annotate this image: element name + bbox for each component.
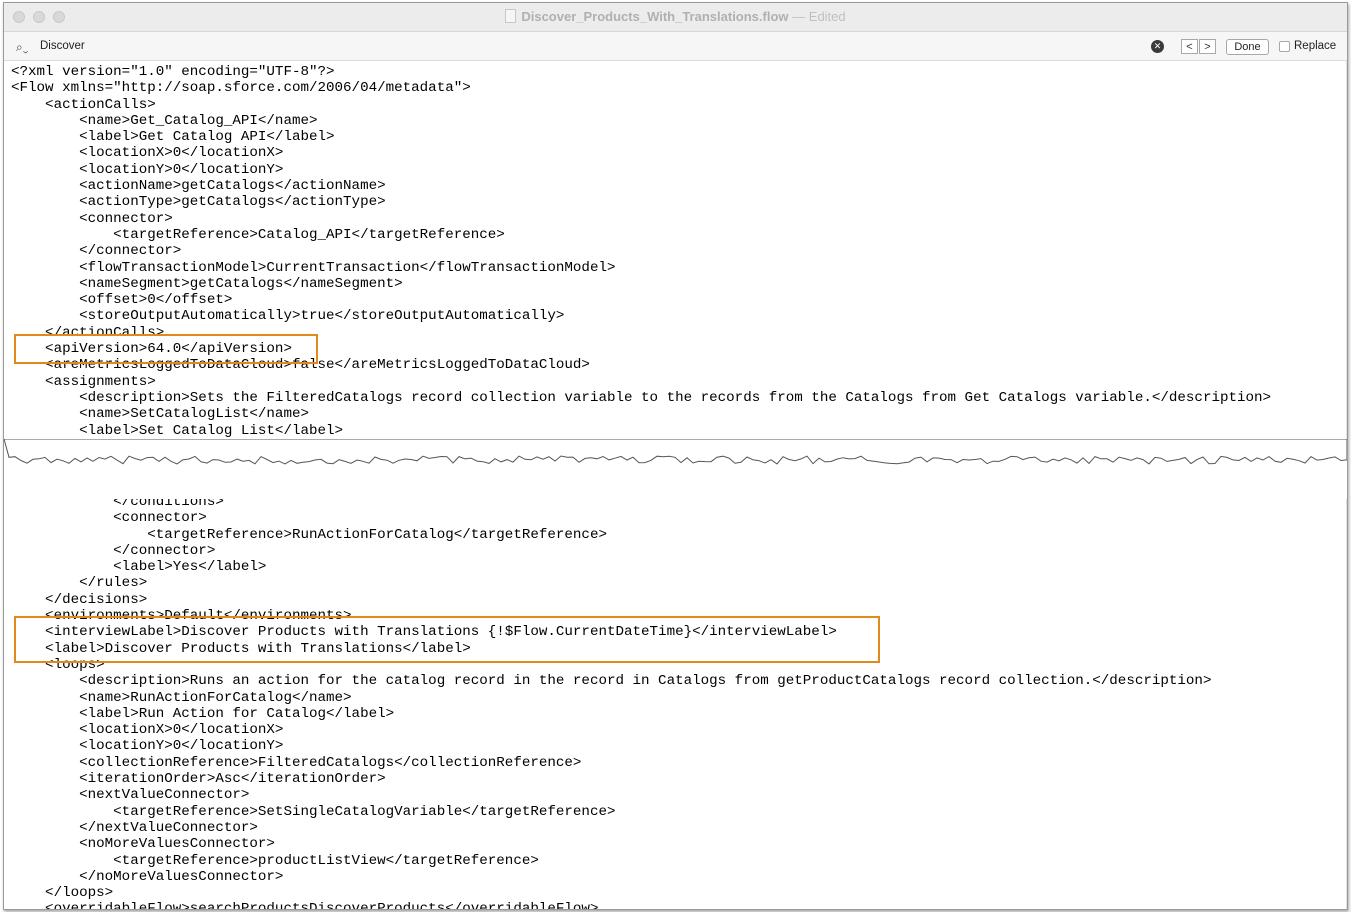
code-line: <name>RunActionForCatalog</name>: [11, 689, 352, 706]
code-line: </connector>: [11, 542, 216, 559]
code-line: <assignments>: [11, 373, 156, 390]
magnifier-icon[interactable]: ⌕⌄: [16, 40, 28, 55]
code-line: </noMoreValuesConnector>: [11, 868, 284, 885]
code-line: <offset>0</offset>: [11, 292, 233, 309]
code-line: </connector>: [11, 243, 182, 260]
code-line: <flowTransactionModel>CurrentTransaction…: [11, 259, 616, 276]
code-line: <targetReference>productListView</target…: [11, 852, 539, 869]
code-line: <locationX>0</locationX>: [11, 145, 284, 162]
find-previous-button[interactable]: <: [1181, 39, 1198, 54]
code-line: <iterationOrder>Asc</iterationOrder>: [11, 771, 386, 788]
code-line: <connector>: [11, 210, 173, 227]
replace-label: Replace: [1294, 40, 1337, 52]
code-line: <targetReference>Catalog_API</targetRefe…: [11, 226, 505, 243]
torn-edge-graphic: [4, 439, 1347, 465]
code-line: <name>SetCatalogList</name>: [11, 406, 309, 423]
code-line: <label>Get Catalog API</label>: [11, 129, 335, 146]
code-line: <targetReference>RunActionForCatalog</ta…: [11, 526, 607, 543]
text-editor-window: Discover_Products_With_Translations.flow…: [3, 2, 1348, 910]
code-line: <?xml version="1.0" encoding="UTF-8"?>: [11, 64, 335, 80]
code-line: <label>Set Catalog List</label>: [11, 422, 344, 439]
code-line: </loops>: [11, 885, 114, 902]
edited-status: — Edited: [792, 9, 846, 24]
highlight-interview-label: [14, 616, 880, 663]
code-line: <noMoreValuesConnector>: [11, 836, 275, 853]
find-input[interactable]: Discover: [40, 40, 85, 52]
code-line: <nameSegment>getCatalogs</nameSegment>: [11, 275, 403, 292]
code-line: <locationY>0</locationY>: [11, 738, 284, 755]
clear-search-button[interactable]: ✕: [1151, 40, 1164, 53]
find-next-button[interactable]: >: [1199, 39, 1216, 54]
code-line: <description>Sets the FilteredCatalogs r…: [11, 389, 1272, 406]
torn-edge-separator: [4, 439, 1347, 499]
done-button[interactable]: Done: [1226, 39, 1269, 55]
code-line: <connector>: [11, 510, 207, 527]
code-line: <locationX>0</locationX>: [11, 722, 284, 739]
code-line: <actionType>getCatalogs</actionType>: [11, 194, 386, 211]
code-line: </decisions>: [11, 591, 148, 608]
highlight-api-version: [14, 334, 318, 364]
code-line: <storeOutputAutomatically>true</storeOut…: [11, 308, 565, 325]
code-line: <nextValueConnector>: [11, 787, 250, 804]
code-line: <label>Run Action for Catalog</label>: [11, 705, 395, 722]
code-line: <name>Get_Catalog_API</name>: [11, 112, 318, 129]
code-line: <targetReference>SetSingleCatalogVariabl…: [11, 803, 616, 820]
replace-checkbox[interactable]: [1279, 41, 1290, 52]
window-title-text: Discover_Products_With_Translations.flow: [521, 9, 789, 24]
window-title: Discover_Products_With_Translations.flow…: [4, 9, 1347, 24]
document-icon: [505, 9, 517, 23]
code-line: </rules>: [11, 575, 148, 592]
code-line: <label>Yes</label>: [11, 559, 267, 576]
code-line: <collectionReference>FilteredCatalogs</c…: [11, 754, 582, 771]
code-line: <locationY>0</locationY>: [11, 161, 284, 178]
code-line: <description>Runs an action for the cata…: [11, 673, 1212, 690]
code-line: <Flow xmlns="http://soap.sforce.com/2006…: [11, 80, 471, 97]
find-bar: ⌕⌄ Discover ✕ < > Done Replace: [4, 32, 1347, 61]
code-section-top[interactable]: <?xml version="1.0" encoding="UTF-8"?> <F…: [11, 64, 1271, 455]
title-bar: Discover_Products_With_Translations.flow…: [4, 3, 1347, 32]
code-section-bottom[interactable]: </conditions> <connector> <targetReferen…: [11, 494, 1212, 910]
code-line: <overridableFlow>searchProductsDiscoverP…: [11, 901, 599, 910]
code-line: <actionName>getCatalogs</actionName>: [11, 178, 386, 195]
code-line: <actionCalls>: [11, 96, 156, 113]
code-line: </nextValueConnector>: [11, 819, 258, 836]
